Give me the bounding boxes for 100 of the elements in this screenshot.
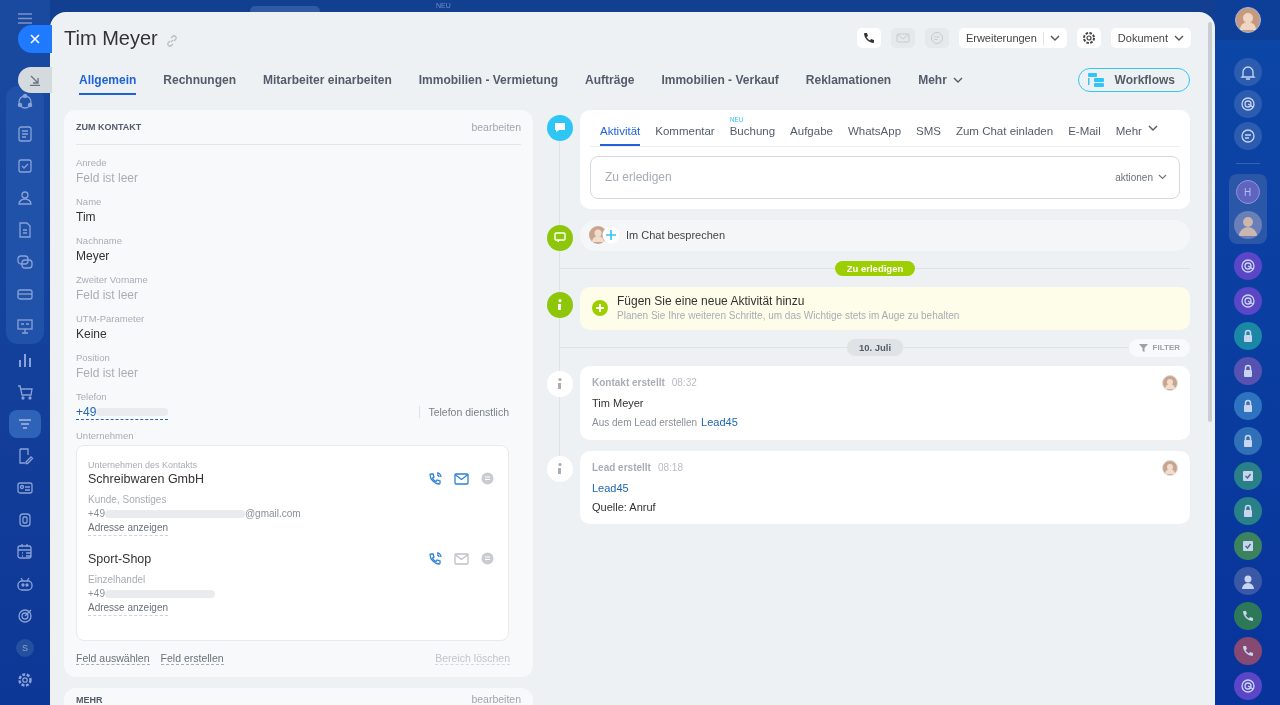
chevron-down-icon <box>1158 174 1167 181</box>
company-caption: Unternehmen des Kontakts <box>88 459 199 470</box>
chat-icon <box>547 224 573 251</box>
address-link[interactable]: Adresse anzeigen <box>88 600 169 616</box>
document-icon <box>16 221 34 239</box>
tab[interactable]: Mitarbeiter einarbeiten <box>263 65 392 96</box>
tab[interactable]: SMS <box>916 124 941 146</box>
chat-icon <box>16 253 34 271</box>
sidebar-item[interactable] <box>9 410 41 438</box>
tab[interactable]: Allgemein <box>79 65 137 96</box>
field-label: Anrede <box>76 155 108 169</box>
phone-icon[interactable] <box>428 551 442 566</box>
edit-document-icon <box>16 447 34 465</box>
more-tab[interactable]: Mehr <box>1115 124 1158 146</box>
tab[interactable]: Kommentar <box>655 124 715 146</box>
add-activity-link[interactable]: Fügen Sie eine neue Aktivität hinzu <box>617 294 960 310</box>
avatar-icon <box>1162 459 1178 476</box>
company-type: Einzelhandel <box>88 572 147 587</box>
settings-button[interactable] <box>1076 28 1101 49</box>
company-name[interactable]: Sport-Shop <box>88 551 152 566</box>
page-title: Tim Meyer <box>64 26 158 50</box>
chevron-down-icon <box>1147 124 1158 132</box>
workflows-button[interactable]: Workflows <box>1077 68 1190 93</box>
chat-icon <box>1238 127 1257 145</box>
tab[interactable]: Aufgabe <box>790 124 833 146</box>
menu-icon[interactable] <box>18 13 32 24</box>
people-icon <box>16 189 34 207</box>
chat-invite-bar[interactable]: Im Chat besprechen <box>580 219 1190 251</box>
info-icon <box>547 370 573 397</box>
tab[interactable]: Buchung <box>729 124 776 146</box>
field-label: Unternehmen <box>76 428 135 442</box>
tab[interactable]: Rechnungen <box>163 65 237 96</box>
tab[interactable]: Immobilien - Verkauf <box>661 65 779 96</box>
workflow-icon <box>1086 72 1105 89</box>
section-title: MEHR <box>76 694 103 705</box>
extensions-button[interactable]: Erweiterungen <box>958 28 1067 49</box>
event-title: Lead erstellt <box>592 462 651 474</box>
sidebar-button[interactable] <box>1233 58 1262 86</box>
tab[interactable]: Aufträge <box>585 65 635 96</box>
phone-type-label: Telefon dienstlich <box>419 406 509 419</box>
lead-link[interactable]: Lead45 <box>592 480 1178 495</box>
section-title: ZUM KONTAKT <box>76 121 142 132</box>
event-time: 08:32 <box>671 377 697 389</box>
phone-link[interactable]: +49 <box>76 404 97 419</box>
arrow-down-right-icon <box>29 74 41 86</box>
chevron-down-icon <box>1174 34 1184 42</box>
filter-icon <box>1138 343 1148 352</box>
company-name[interactable]: Schreibwaren GmbH <box>88 471 204 486</box>
phone-icon <box>861 31 876 46</box>
tab[interactable]: WhatsApp <box>847 124 902 146</box>
field-value: Feld ist leer <box>76 169 140 187</box>
field-label: Zweiter Vorname <box>76 272 149 286</box>
mail-icon[interactable] <box>454 472 469 485</box>
phone-number: +49 <box>88 506 105 521</box>
field-label: UTM-Parameter <box>76 311 146 325</box>
sidebar-button[interactable] <box>1233 122 1262 150</box>
sidebar-button[interactable] <box>1233 90 1262 118</box>
field-label: Telefon <box>76 389 108 403</box>
user-avatar-icon[interactable] <box>1234 7 1261 33</box>
field-link[interactable]: Feld auswählen <box>76 652 150 666</box>
target-icon <box>16 607 34 625</box>
bar-chart-icon <box>16 351 34 369</box>
field-value: Tim <box>76 208 97 226</box>
hint-text: Planen Sie Ihre weiteren Schritte, um das Wichtige stets im Auge zu behalten <box>617 309 960 323</box>
status-badge: Zu erledigen <box>834 261 916 277</box>
document-dropdown[interactable]: Dokument <box>1110 28 1191 49</box>
todo-field[interactable]: Zu erledigen aktionen <box>590 155 1180 199</box>
address-link[interactable]: Adresse anzeigen <box>88 520 169 536</box>
phone-button[interactable] <box>856 28 881 49</box>
minimize-button[interactable] <box>18 67 52 93</box>
phone-icon[interactable] <box>428 471 442 486</box>
actions-dropdown[interactable]: aktionen <box>1115 171 1167 183</box>
avatar-icon <box>1162 374 1178 391</box>
user-initial[interactable]: S <box>16 639 34 657</box>
close-icon <box>30 34 40 44</box>
calendar-icon <box>16 543 34 561</box>
avatar-icon[interactable] <box>1232 210 1263 240</box>
lead-link[interactable]: Lead45 <box>701 414 738 429</box>
checkbox-icon <box>16 157 34 175</box>
date-label: 10. Juli <box>846 339 904 357</box>
tab[interactable]: Reklamationen <box>805 65 892 96</box>
radar-icon <box>1238 257 1257 275</box>
presentation-icon <box>16 317 34 335</box>
field-label: Name <box>76 194 103 208</box>
mail-icon <box>895 31 910 46</box>
info-icon <box>547 291 573 318</box>
tab[interactable]: Immobilien - Vermietung <box>418 65 559 96</box>
event-time: 08:18 <box>657 462 683 474</box>
source-text: Aus dem Lead erstellen <box>592 415 698 430</box>
tab[interactable]: E-Mail <box>1068 124 1101 146</box>
chat-icon <box>547 114 573 141</box>
radar-icon <box>1238 677 1257 695</box>
field-link[interactable]: Feld erstellen <box>160 652 224 666</box>
phone-number: +49 <box>88 586 105 601</box>
field-value: Meyer <box>76 247 111 265</box>
close-button[interactable] <box>18 25 52 53</box>
more-tab[interactable]: Mehr <box>918 65 963 96</box>
tab[interactable]: Aktivität <box>600 124 641 146</box>
radar-icon <box>1238 292 1257 310</box>
tab[interactable]: Zum Chat einladen <box>955 124 1054 146</box>
